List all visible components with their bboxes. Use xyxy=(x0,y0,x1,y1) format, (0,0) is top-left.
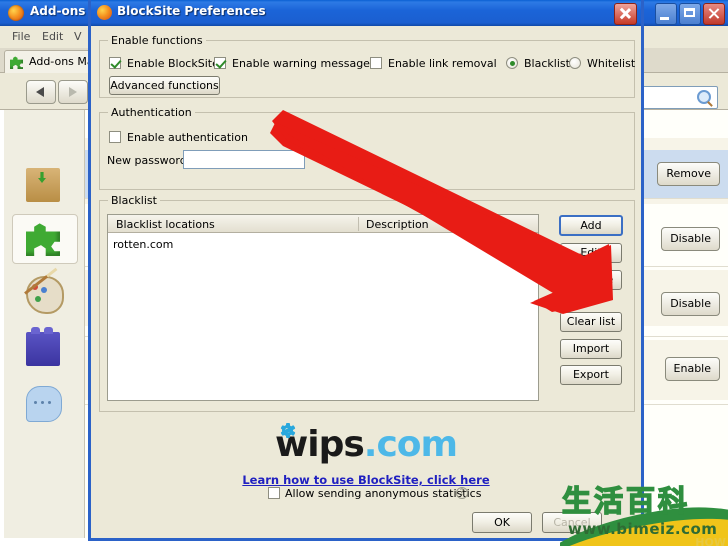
column-header-description[interactable]: Description xyxy=(366,218,429,231)
sidebar-item-get-addons[interactable] xyxy=(26,168,60,202)
sidebar-item-services[interactable] xyxy=(26,386,62,422)
addon-disable-button[interactable]: Disable xyxy=(661,227,720,251)
firefox-icon xyxy=(8,5,24,21)
enable-blocksite-label: Enable BlockSite xyxy=(127,57,219,70)
column-header-locations[interactable]: Blacklist locations xyxy=(116,218,215,231)
enable-functions-legend: Enable functions xyxy=(111,34,203,47)
column-divider[interactable] xyxy=(358,217,359,231)
whitelist-radio[interactable] xyxy=(569,57,581,69)
menu-edit[interactable]: Edit xyxy=(42,30,63,43)
authentication-legend: Authentication xyxy=(111,106,192,119)
search-input[interactable] xyxy=(638,86,718,109)
addon-enable-button[interactable]: Enable xyxy=(664,357,720,381)
maximize-icon[interactable] xyxy=(679,3,701,25)
dialog-title-bar: BlockSite Preferences xyxy=(91,0,641,26)
enable-link-removal-checkbox[interactable] xyxy=(370,57,382,69)
dialog-body: Enable functions Enable BlockSite Enable… xyxy=(91,26,641,538)
enable-blocksite-checkbox[interactable] xyxy=(109,57,121,69)
menu-file[interactable]: File xyxy=(12,30,30,43)
wips-logo: wips.com xyxy=(91,424,641,465)
question-mark-icon[interactable]: ? xyxy=(456,487,468,499)
gear-icon xyxy=(280,423,295,438)
learn-how-link[interactable]: Learn how to use BlockSite, click here xyxy=(91,473,641,487)
addon-disable-button[interactable]: Disable xyxy=(661,292,720,316)
close-icon[interactable] xyxy=(614,3,637,25)
enable-authentication-checkbox[interactable] xyxy=(109,131,121,143)
blacklist-column-header: Blacklist locations Description xyxy=(108,215,538,233)
sidebar-item-appearance[interactable] xyxy=(26,276,64,314)
enable-warning-messages-label: Enable warning messages xyxy=(232,57,376,70)
new-password-field[interactable] xyxy=(183,150,305,169)
minimize-icon[interactable] xyxy=(655,3,677,25)
wips-logo-light: .com xyxy=(363,424,458,465)
sidebar-item-plugins[interactable] xyxy=(26,327,60,366)
allow-statistics-label: Allow sending anonymous statistics xyxy=(285,487,482,500)
export-button[interactable]: Export xyxy=(560,365,622,385)
list-item[interactable]: rotten.com xyxy=(113,238,173,251)
window-controls xyxy=(655,3,725,25)
menu-view[interactable]: V xyxy=(74,30,82,43)
close-icon[interactable] xyxy=(703,3,725,25)
blacklist-legend: Blacklist xyxy=(111,194,157,207)
edit-button[interactable]: Edit xyxy=(560,243,622,263)
blacklist-listbox[interactable]: Blacklist locations Description rotten.c… xyxy=(107,214,539,401)
blocksite-preferences-dialog: BlockSite Preferences Enable functions E… xyxy=(88,0,644,541)
enable-warning-messages-checkbox[interactable] xyxy=(214,57,226,69)
addons-sidebar xyxy=(4,110,85,538)
addon-remove-button[interactable]: Remove xyxy=(657,162,720,186)
authentication-group: Authentication xyxy=(99,106,635,190)
allow-statistics-checkbox[interactable] xyxy=(268,487,280,499)
back-arrow-icon[interactable] xyxy=(26,80,56,104)
enable-link-removal-label: Enable link removal xyxy=(388,57,497,70)
tab-label: Add-ons Ma xyxy=(29,55,94,68)
import-button[interactable]: Import xyxy=(560,339,622,359)
blacklist-radio[interactable] xyxy=(506,57,518,69)
magnifier-icon xyxy=(697,90,711,104)
blacklist-radio-label: Blacklist xyxy=(524,57,570,70)
puzzle-icon xyxy=(10,56,23,69)
ok-button[interactable]: OK xyxy=(472,512,532,533)
enable-authentication-label: Enable authentication xyxy=(127,131,248,144)
new-password-label: New password xyxy=(107,154,187,167)
remove-button[interactable]: Remove xyxy=(560,270,622,290)
clear-list-button[interactable]: Clear list xyxy=(560,312,622,332)
add-button[interactable]: Add xyxy=(559,215,623,236)
advanced-functions-button[interactable]: Advanced functions xyxy=(109,76,220,95)
watermark-cjk-text: 生活百科 xyxy=(561,483,691,519)
watermark-ghost-text: HOW xyxy=(695,536,726,546)
whitelist-radio-label: Whitelist xyxy=(587,57,636,70)
dialog-title: BlockSite Preferences xyxy=(117,4,266,18)
site-watermark: 生活百科 www.bimeiz.com HOW xyxy=(560,478,728,546)
firefox-icon xyxy=(97,5,112,20)
forward-arrow-icon[interactable] xyxy=(58,80,88,104)
